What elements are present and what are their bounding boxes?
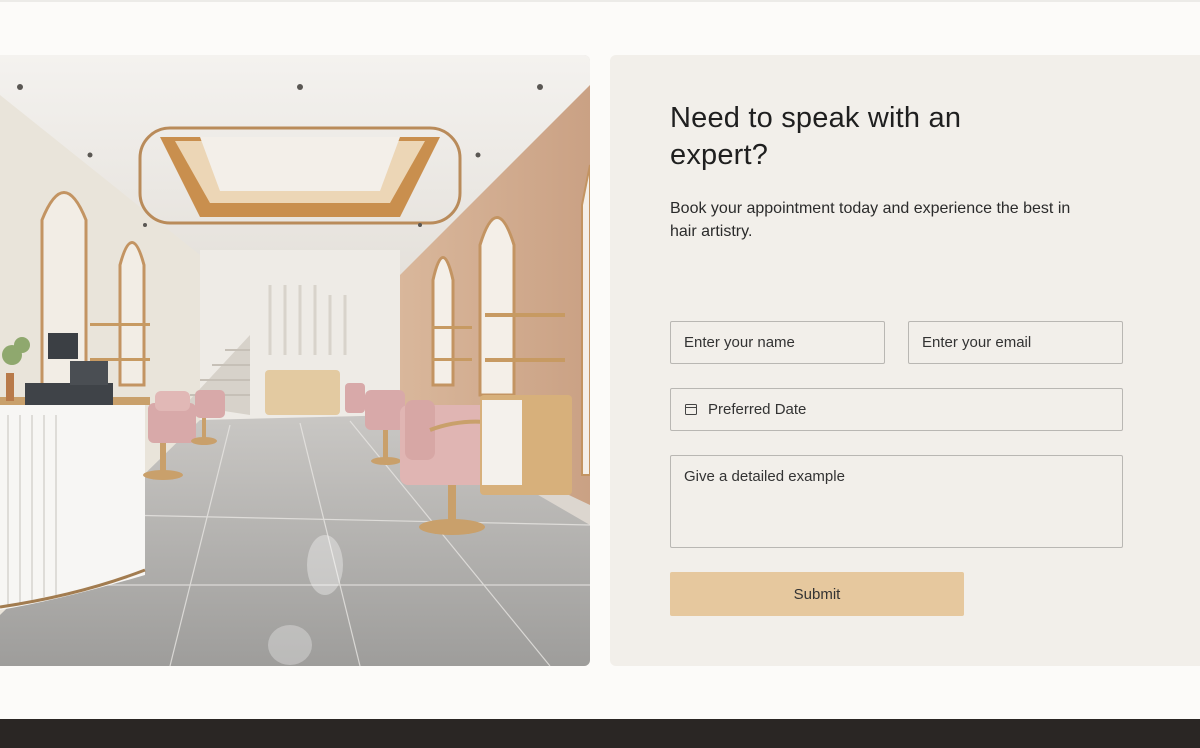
message-field[interactable] (670, 455, 1123, 548)
top-divider (0, 0, 1200, 2)
contact-form-panel: Need to speak with an expert? Book your … (610, 55, 1200, 666)
intro-text: Book your appointment today and experien… (670, 200, 1071, 240)
submit-button[interactable]: Submit (670, 572, 964, 616)
page-title: Need to speak with an expert? (670, 102, 962, 171)
name-field[interactable] (670, 321, 885, 364)
salon-interior-image (0, 55, 590, 666)
preferred-date-field[interactable]: Preferred Date (670, 388, 1123, 431)
preferred-date-label: Preferred Date (708, 401, 807, 418)
calendar-icon (685, 404, 697, 415)
footer-bar (0, 719, 1200, 748)
email-field[interactable] (908, 321, 1123, 364)
